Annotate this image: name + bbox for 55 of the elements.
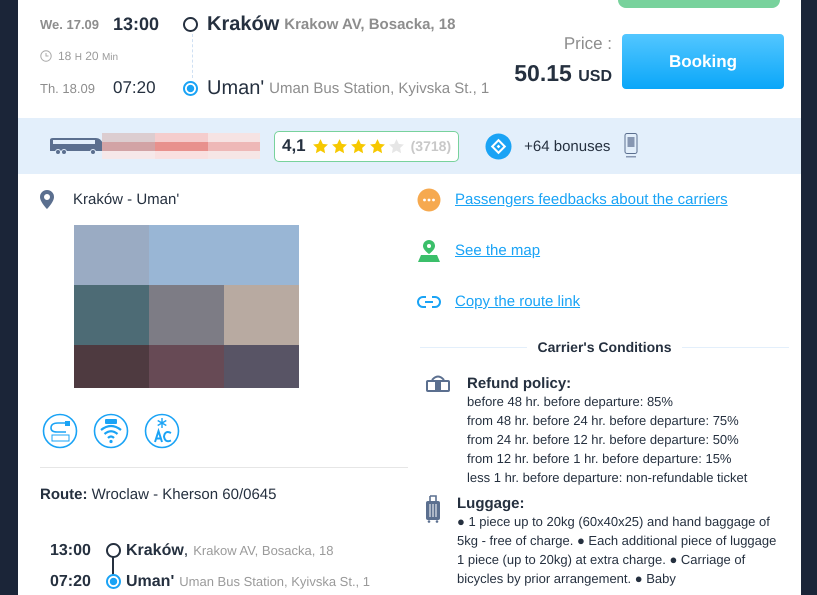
condition-text: from 48 hr. before 24 hr. before departure: 75%	[467, 412, 740, 430]
power-socket-icon	[42, 413, 78, 449]
rating-value: 4,1	[282, 136, 306, 156]
link[interactable]: Copy the route link	[455, 293, 580, 310]
stop-address: Krakow AV, Bosacka, 18	[193, 543, 334, 558]
star-icon	[368, 138, 386, 154]
departure-city: Kraków	[207, 12, 280, 36]
departure-time: 13:00	[113, 14, 160, 34]
bonus-text: +64 bonuses	[524, 138, 610, 154]
arrival-city: Uman'	[207, 76, 264, 100]
section-title: Carrier's Conditions	[537, 339, 672, 355]
condition-text: before 48 hr. before departure: 85%	[467, 393, 674, 411]
stop-marker-icon[interactable]	[106, 574, 120, 589]
stop-marker-icon[interactable]	[106, 543, 120, 558]
condition-text: from 12 hr. before 1 hr. before departure: 15%	[467, 450, 732, 468]
stop-city: Uman'	[126, 572, 174, 590]
link-icon	[417, 294, 441, 308]
e-ticket-phone-icon	[624, 133, 638, 159]
departure-date: We. 17.09	[40, 16, 100, 32]
condition-title: Refund policy:	[467, 375, 572, 392]
condition-title: Luggage:	[457, 495, 526, 512]
star-icon	[350, 138, 367, 154]
arrival-address: Uman Bus Station, Kyivska St., 1	[269, 80, 490, 96]
air-conditioning-icon	[144, 413, 180, 449]
booking-button[interactable]: Booking	[622, 34, 784, 89]
bus-icon	[48, 137, 104, 155]
link[interactable]: See the map	[455, 242, 540, 259]
link[interactable]: Passengers feedbacks about the carriers	[455, 191, 728, 208]
route-name: Kraków - Uman'	[73, 191, 180, 208]
chat-bubble-icon	[417, 188, 441, 212]
arrival-time: 07:20	[113, 78, 157, 98]
stop-marker-icon	[182, 16, 198, 32]
stop-address: Uman Bus Station, Kyivska St., 1	[179, 574, 370, 589]
condition-text: less 1 hr. before departure: non-refundable ticket	[467, 469, 748, 487]
price-value: 50.15 USD	[514, 60, 612, 87]
stop-time: 13:00	[50, 542, 92, 560]
clock-icon	[40, 50, 52, 62]
trip-duration: 18 H 20 Min	[58, 49, 118, 63]
departure-address: Krakow AV, Bosacka, 18	[284, 16, 456, 32]
stop-marker-icon	[182, 80, 198, 96]
star-icon	[330, 138, 348, 154]
route-info: Route: Wroclaw - Kherson 60/0645	[40, 486, 278, 503]
star-icon	[312, 138, 329, 154]
stop-time: 07:20	[50, 572, 92, 590]
location-pin-icon	[40, 190, 54, 209]
price-label: Price :	[564, 34, 612, 54]
condition-text: from 24 hr. before 12 hr. before departure: 50%	[467, 431, 740, 449]
arrival-date: Th. 18.09	[40, 80, 96, 96]
condition-text: ● 1 piece up to 20kg (60x40x25) and hand baggage of 5kg - free of charge. ● Each additional piece of luggage 1 piece (up to 20kg) at extra charge. ● Carriage of bicycles by prior arrangement. ● Baby	[457, 513, 777, 588]
stop-city: Kraków,	[126, 542, 188, 560]
wifi-icon	[93, 413, 129, 449]
bonus-icon	[485, 132, 512, 160]
suitcase-icon	[425, 495, 441, 523]
star-icon	[388, 138, 405, 154]
map-pin-icon	[417, 238, 441, 262]
